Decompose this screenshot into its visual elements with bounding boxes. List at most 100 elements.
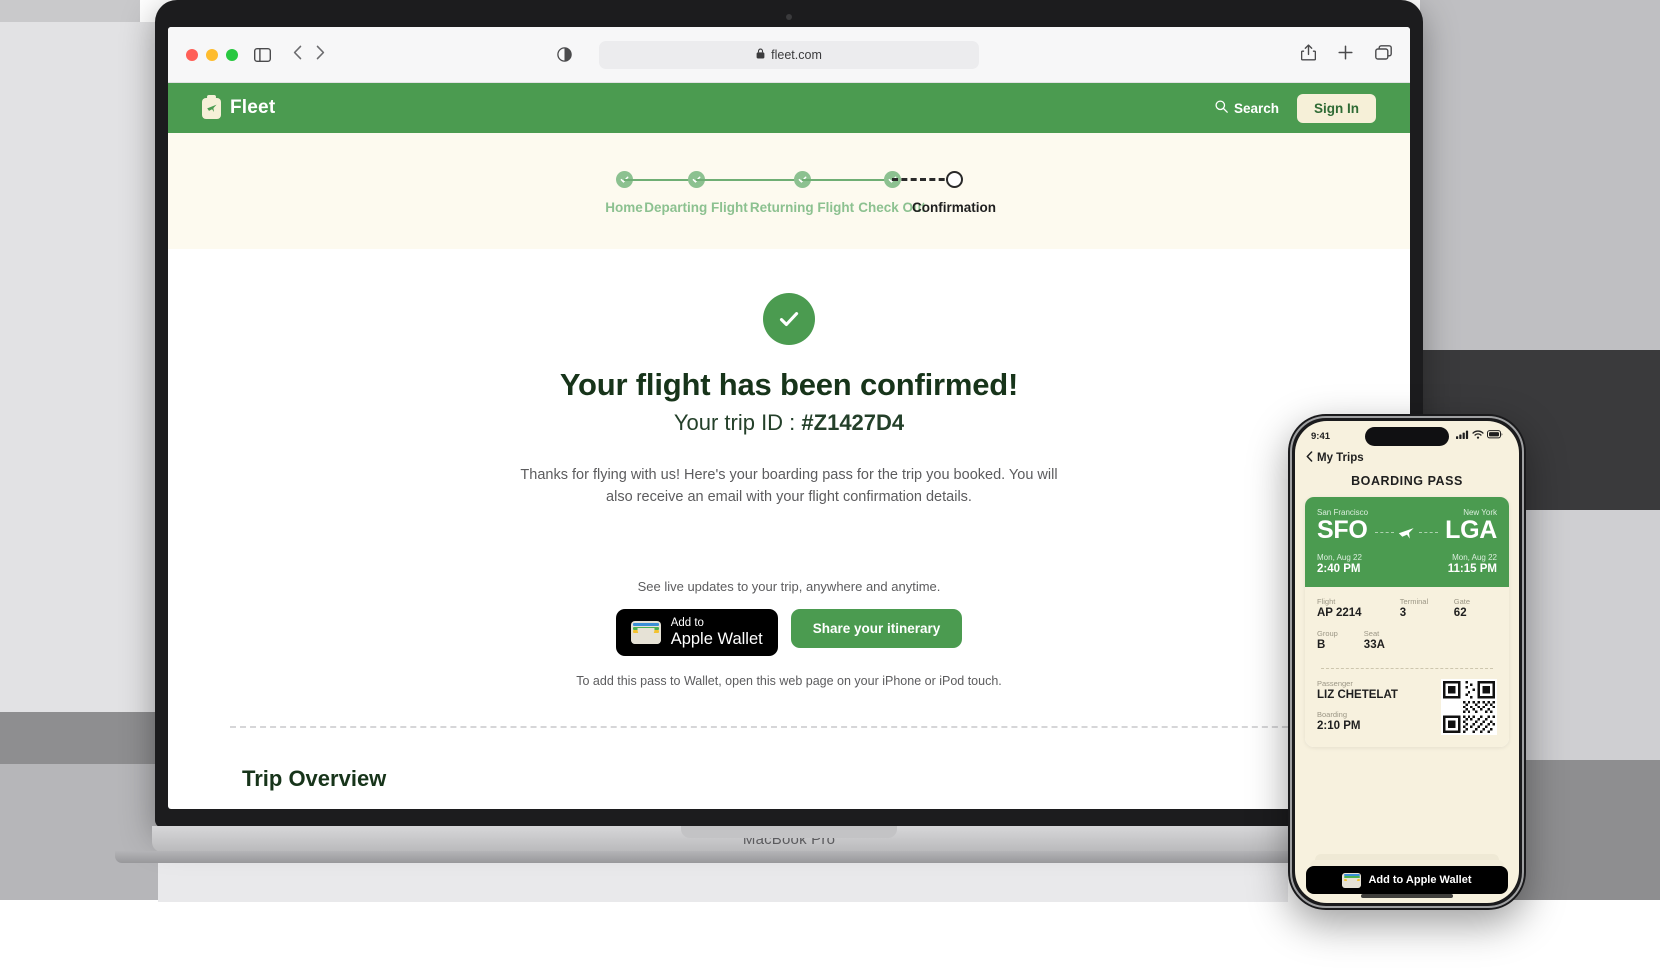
backdrop-plate-left	[0, 0, 140, 22]
backdrop-plate-left-3	[0, 712, 158, 764]
toolbar-actions	[1300, 43, 1392, 66]
detail-seat: Seat 33A	[1364, 629, 1436, 651]
check-circle-icon	[763, 293, 815, 345]
page-title: Your flight has been confirmed!	[559, 367, 1019, 402]
perforation-notch-right	[1502, 655, 1509, 669]
share-icon[interactable]	[1300, 43, 1317, 66]
back-label: My Trips	[1317, 452, 1364, 464]
minimize-window-button[interactable]	[206, 48, 218, 61]
step-connector-1	[624, 179, 696, 181]
search-button[interactable]: Search	[1215, 100, 1279, 116]
home-indicator[interactable]	[1361, 894, 1453, 898]
passenger-value: LIZ CHETELAT	[1317, 689, 1398, 701]
backdrop-plate-bottom	[0, 900, 1660, 970]
destination-date: Mon, Aug 22	[1452, 553, 1497, 562]
browser-window: fleet.com Fleet Search Sign In Home Depa…	[168, 27, 1410, 809]
forward-button[interactable]	[316, 45, 325, 65]
boarding-value: 2:10 PM	[1317, 720, 1361, 732]
phone-wallet-button-label: Add to Apple Wallet	[1368, 874, 1472, 886]
boarding-key: Boarding	[1317, 710, 1348, 719]
progress-stepper: Home Departing Flight Returning Flight C…	[168, 171, 1410, 215]
phone-add-to-apple-wallet-button[interactable]: Add to Apple Wallet	[1306, 866, 1508, 894]
close-window-button[interactable]	[186, 48, 198, 61]
address-bar[interactable]: fleet.com	[599, 40, 979, 69]
trip-id-line: Your trip ID : #Z1427D4	[168, 410, 1410, 436]
step-current-circle-icon	[945, 171, 963, 188]
site-navbar: Fleet Search Sign In	[168, 83, 1410, 133]
section-divider	[230, 726, 1348, 729]
step-connector-4	[892, 178, 954, 181]
destination-block: New York LGA	[1445, 508, 1497, 544]
detail-value: 3	[1399, 607, 1407, 619]
detail-terminal: Terminal 3	[1400, 597, 1454, 619]
reader-contrast-icon[interactable]	[557, 47, 572, 62]
detail-value: 62	[1453, 607, 1467, 619]
plus-icon[interactable]	[1338, 44, 1353, 65]
brand-logo[interactable]: Fleet	[202, 94, 275, 119]
detail-flight: Flight AP 2214	[1317, 597, 1400, 619]
tabs-icon[interactable]	[1375, 44, 1392, 65]
destination-code: LGA	[1445, 516, 1497, 544]
perforation-divider	[1305, 655, 1509, 676]
detail-gate: Gate 62	[1454, 597, 1497, 619]
boarding-pass-details: Flight AP 2214 Terminal 3 Gate 62 Group …	[1305, 587, 1509, 662]
passenger-field: Passenger LIZ CHETELAT	[1317, 679, 1398, 701]
battery-icon	[1487, 430, 1503, 442]
sidebar-icon[interactable]	[254, 47, 271, 62]
detail-key: Flight	[1317, 597, 1336, 606]
boarding-field: Boarding 2:10 PM	[1317, 710, 1398, 732]
webcam-dot	[786, 14, 792, 20]
step-label: Departing Flight	[644, 200, 748, 215]
nav-arrows[interactable]	[293, 45, 325, 65]
chevron-left-icon	[1306, 451, 1313, 465]
route-codes-row: San Francisco SFO New York LGA	[1317, 508, 1497, 544]
laptop-lid: fleet.com Fleet Search Sign In Home Depa…	[155, 0, 1423, 828]
origin-block: San Francisco SFO	[1317, 508, 1368, 544]
step-connector-3	[802, 179, 892, 181]
window-traffic-lights[interactable]	[186, 48, 238, 61]
url-text: fleet.com	[771, 47, 822, 62]
trip-id-prefix: Your trip ID :	[673, 410, 802, 435]
iphone-mockup: 9:41 My Trips BOARDING PASS San Francisc…	[1288, 414, 1526, 910]
wallet-button-label: Add to Apple Wallet	[671, 617, 763, 648]
step-connector-2	[696, 179, 802, 181]
backdrop-plate-right	[1420, 0, 1660, 350]
confirmation-main: Your flight has been confirmed! Your tri…	[168, 249, 1410, 793]
phone-screen: 9:41 My Trips BOARDING PASS San Francisc…	[1295, 421, 1519, 903]
step-label: Home	[605, 200, 643, 215]
laptop-base-notch	[681, 826, 897, 838]
details-row-2: Group B Seat 33A	[1317, 629, 1497, 651]
search-button-label: Search	[1233, 100, 1279, 116]
back-button[interactable]	[293, 45, 302, 65]
sign-in-button[interactable]: Sign In	[1297, 93, 1376, 123]
passenger-block: Passenger LIZ CHETELAT Boarding 2:10 PM	[1317, 679, 1398, 732]
detail-key: Terminal	[1399, 597, 1429, 606]
add-to-apple-wallet-button[interactable]: Add to Apple Wallet	[615, 608, 778, 657]
destination-time-block: Mon, Aug 22 11:15 PM	[1448, 553, 1497, 575]
status-icons	[1456, 430, 1503, 442]
back-to-my-trips-button[interactable]: My Trips	[1295, 447, 1519, 465]
status-time: 9:41	[1311, 430, 1331, 442]
detail-key: Group	[1317, 629, 1338, 638]
backdrop-plate-floor	[158, 862, 1288, 902]
wifi-icon	[1472, 430, 1484, 442]
browser-toolbar: fleet.com	[168, 27, 1410, 83]
share-itinerary-button[interactable]: Share your itinerary	[790, 608, 963, 648]
origin-time: 2:40 PM	[1317, 563, 1361, 575]
step-label: Returning Flight	[749, 200, 855, 215]
detail-value: 33A	[1363, 639, 1385, 651]
backdrop-plate-left-2	[0, 22, 158, 712]
detail-group: Group B	[1317, 629, 1364, 651]
dynamic-island	[1365, 427, 1449, 446]
macbook-mockup: fleet.com Fleet Search Sign In Home Depa…	[115, 0, 1463, 863]
boarding-pass-route: San Francisco SFO New York LGA Mon, Aug …	[1305, 497, 1509, 587]
search-icon	[1215, 100, 1228, 116]
zoom-window-button[interactable]	[226, 48, 238, 61]
details-row-1: Flight AP 2214 Terminal 3 Gate 62	[1317, 597, 1497, 619]
laptop-foot	[115, 851, 1463, 863]
wallet-help-note: To add this pass to Wallet, open this we…	[576, 674, 1002, 689]
wallet-line-2: Apple Wallet	[670, 629, 763, 648]
origin-date: Mon, Aug 22	[1317, 553, 1362, 562]
screenshot-root: fleet.com Fleet Search Sign In Home Depa…	[0, 0, 1660, 970]
passenger-key: Passenger	[1317, 679, 1353, 688]
